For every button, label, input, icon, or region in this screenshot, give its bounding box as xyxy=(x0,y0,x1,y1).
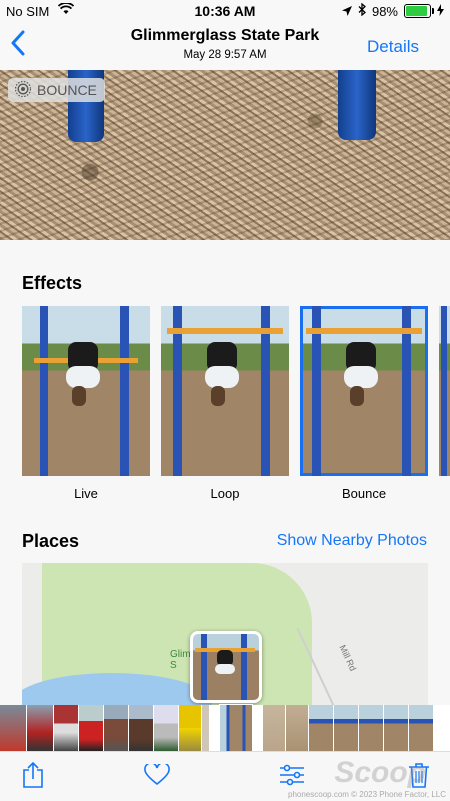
map-road-label: Mill Rd xyxy=(337,643,359,673)
photo-filmstrip[interactable] xyxy=(0,704,450,752)
playground-pole xyxy=(338,70,376,140)
bounce-badge[interactable]: BOUNCE xyxy=(8,78,105,102)
effect-next-partial[interactable] xyxy=(439,306,450,476)
details-button[interactable]: Details xyxy=(367,37,419,57)
map-place-label: Glim S xyxy=(170,649,191,671)
battery-icon xyxy=(404,4,434,18)
live-photo-icon xyxy=(14,80,32,101)
effect-label-loop: Loop xyxy=(210,486,240,501)
adjust-icon xyxy=(278,764,306,791)
filmstrip-thumb[interactable] xyxy=(359,705,383,751)
filmstrip-thumb[interactable] xyxy=(27,705,53,751)
bluetooth-icon xyxy=(358,2,366,19)
filmstrip-thumb[interactable] xyxy=(129,705,153,751)
effect-label-live: Live xyxy=(74,486,98,501)
filmstrip-thumb[interactable] xyxy=(202,705,209,751)
charging-icon xyxy=(437,3,444,19)
filmstrip-current-thumb[interactable] xyxy=(219,704,253,752)
filmstrip-thumb[interactable] xyxy=(409,705,433,751)
filmstrip-thumb[interactable] xyxy=(104,705,128,751)
status-bar: No SIM 10:36 AM 98% xyxy=(0,0,450,22)
places-map[interactable]: Mill Rd Glim S xyxy=(22,563,428,708)
share-button[interactable] xyxy=(18,761,48,794)
filmstrip-thumb[interactable] xyxy=(154,705,178,751)
effects-title: Effects xyxy=(22,273,83,293)
edit-button[interactable] xyxy=(277,762,307,792)
watermark-logo: Scoop xyxy=(334,756,426,789)
filmstrip-thumb[interactable] xyxy=(384,705,408,751)
heart-icon xyxy=(144,761,170,791)
show-nearby-photos-link[interactable]: Show Nearby Photos xyxy=(277,532,427,550)
effect-bounce[interactable] xyxy=(300,306,428,476)
filmstrip-thumb[interactable] xyxy=(54,705,78,751)
top-bar: No SIM 10:36 AM 98% Glimmerglass State P… xyxy=(0,0,450,70)
filmstrip-thumb[interactable] xyxy=(334,705,358,751)
filmstrip-thumb[interactable] xyxy=(0,705,26,751)
effect-label-bounce: Bounce xyxy=(341,486,387,501)
effect-loop[interactable] xyxy=(161,306,289,476)
effect-live[interactable] xyxy=(22,306,150,476)
watermark-text: phonescoop.com © 2023 Phone Factor, LLC xyxy=(288,790,446,799)
battery-percent: 98% xyxy=(371,3,398,19)
map-photo-pin[interactable] xyxy=(190,631,262,703)
share-icon xyxy=(22,761,44,794)
filmstrip-thumb[interactable] xyxy=(309,705,333,751)
filmstrip-thumb[interactable] xyxy=(286,705,308,751)
places-title: Places xyxy=(22,531,80,551)
bounce-label: BOUNCE xyxy=(37,82,97,98)
filmstrip-thumb[interactable] xyxy=(179,705,201,751)
filmstrip-thumb[interactable] xyxy=(263,705,285,751)
location-icon xyxy=(341,4,352,19)
filmstrip-thumb[interactable] xyxy=(79,705,103,751)
favorite-button[interactable] xyxy=(142,761,172,792)
